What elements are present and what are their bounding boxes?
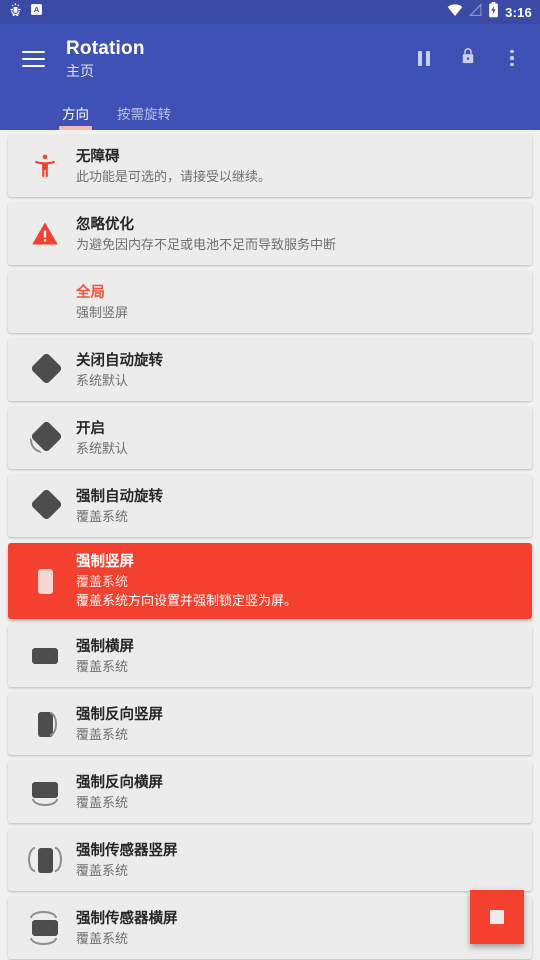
list-item-subtitle: 覆盖系统: [76, 574, 129, 589]
list-item-text: 强制反向竖屏 覆盖系统: [72, 705, 522, 744]
wifi-icon: [447, 3, 463, 22]
hamburger-icon[interactable]: [14, 40, 52, 78]
letter-a-badge-icon: A: [30, 3, 43, 21]
list-item-subtitle: 此功能是可选的，请接受以继续。: [76, 168, 272, 184]
tab-per-app-rotation[interactable]: 按需旋转: [117, 103, 171, 130]
orientation-list[interactable]: 无障碍 此功能是可选的，请接受以继续。 忽略优化 为避免因内存不足或电池不足而导…: [0, 130, 540, 960]
list-item-subtitle: 覆盖系统: [76, 726, 129, 742]
app-bar-actions: [412, 46, 528, 70]
list-item-force-landscape[interactable]: 强制横屏 覆盖系统: [8, 625, 532, 687]
list-item-subtitle: 强制竖屏: [76, 304, 129, 320]
list-item-subtitle: 覆盖系统: [76, 658, 129, 674]
list-item-subtitle: 系统默认: [76, 440, 129, 456]
list-item-text: 无障碍 此功能是可选的，请接受以继续。: [72, 147, 522, 186]
pause-button[interactable]: [412, 46, 436, 70]
stop-square-icon: [490, 910, 504, 924]
rotation-force-icon: [18, 488, 72, 523]
list-item-sensor-landscape[interactable]: 强制传感器横屏 覆盖系统: [8, 897, 532, 959]
app-bar-titles: Rotation 主页: [66, 38, 412, 81]
tab-orientation[interactable]: 方向: [59, 103, 92, 130]
list-item-title: 无障碍: [76, 148, 120, 165]
list-item-text: 关闭自动旋转 系统默认: [72, 351, 522, 390]
list-item-title: 强制反向横屏: [76, 774, 163, 791]
list-item-title: 强制传感器横屏: [76, 910, 178, 927]
list-item-subtitle: 覆盖系统: [76, 930, 129, 946]
list-item-text: 强制自动旋转 覆盖系统: [72, 487, 522, 526]
app-bar: Rotation 主页 方向 按需旋转: [0, 24, 540, 130]
phone-reverse-landscape-icon: [18, 777, 72, 807]
list-item-rotation-off[interactable]: 关闭自动旋转 系统默认: [8, 339, 532, 401]
list-item-accessibility[interactable]: 无障碍 此功能是可选的，请接受以继续。: [8, 135, 532, 197]
list-item-text: 强制传感器竖屏 覆盖系统: [72, 841, 522, 880]
lock-icon: [459, 46, 477, 71]
status-bar-right-icons: 3:16: [447, 1, 532, 23]
phone-portrait-icon: [18, 568, 72, 594]
phone-reverse-portrait-icon: [18, 709, 72, 739]
list-item-subtitle: 覆盖系统: [76, 862, 129, 878]
lock-button[interactable]: [456, 46, 480, 70]
tab-bar: 方向 按需旋转: [0, 96, 540, 130]
list-item-title: 强制竖屏: [76, 554, 134, 570]
status-bar-left-icons: A: [8, 2, 43, 22]
list-item-description: 覆盖系统方向设置并强制锁定竖为屏。: [76, 593, 298, 608]
list-item-title: 全局: [76, 284, 105, 301]
list-item-text: 强制传感器横屏 覆盖系统: [72, 909, 522, 948]
more-vertical-icon: [510, 49, 514, 67]
list-item-title: 忽略优化: [76, 216, 134, 233]
list-item-text: 开启 系统默认: [72, 419, 522, 458]
status-bar: A 3:16: [0, 0, 540, 24]
page-subtitle: 主页: [66, 63, 94, 79]
list-item-force-portrait[interactable]: 强制竖屏 覆盖系统 覆盖系统方向设置并强制锁定竖为屏。: [8, 543, 532, 619]
list-item-text: 强制竖屏 覆盖系统 覆盖系统方向设置并强制锁定竖为屏。: [72, 552, 522, 610]
list-item-subtitle: 为避免因内存不足或电池不足而导致服务中断: [76, 236, 337, 252]
list-item-subtitle: 系统默认: [76, 372, 129, 388]
overflow-menu-button[interactable]: [500, 46, 524, 70]
warning-triangle-icon: [18, 220, 72, 248]
list-item-text: 强制反向横屏 覆盖系统: [72, 773, 522, 812]
list-item-force-auto-rotate[interactable]: 强制自动旋转 覆盖系统: [8, 475, 532, 537]
list-item-subtitle: 覆盖系统: [76, 794, 129, 810]
list-item-sensor-portrait[interactable]: 强制传感器竖屏 覆盖系统: [8, 829, 532, 891]
battery-charging-icon: [488, 1, 499, 23]
status-bar-clock: 3:16: [505, 4, 532, 20]
page-title: Rotation: [66, 38, 145, 59]
list-item-text: 强制横屏 覆盖系统: [72, 637, 522, 676]
list-item-force-reverse-portrait[interactable]: 强制反向竖屏 覆盖系统: [8, 693, 532, 755]
list-item-title: 关闭自动旋转: [76, 352, 163, 369]
list-item-force-reverse-landscape[interactable]: 强制反向横屏 覆盖系统: [8, 761, 532, 823]
bug-icon: [8, 2, 23, 22]
svg-text:A: A: [34, 5, 40, 14]
list-item-title: 强制反向竖屏: [76, 706, 163, 723]
list-item-title: 开启: [76, 420, 105, 437]
sensor-portrait-icon: [18, 844, 72, 876]
sensor-landscape-icon: [18, 911, 72, 945]
list-item-title: 强制横屏: [76, 638, 134, 655]
list-item-text: 全局 强制竖屏: [72, 283, 522, 322]
rotation-on-icon: [18, 420, 72, 455]
list-item-rotation-on[interactable]: 开启 系统默认: [8, 407, 532, 469]
no-signal-icon: [468, 2, 482, 22]
accessibility-icon: [18, 151, 72, 181]
rotation-off-icon: [18, 352, 72, 387]
list-item-ignore-optimization[interactable]: 忽略优化 为避免因内存不足或电池不足而导致服务中断: [8, 203, 532, 265]
list-item-title: 强制传感器竖屏: [76, 842, 178, 859]
phone-landscape-icon: [18, 648, 72, 664]
list-item-title: 强制自动旋转: [76, 488, 163, 505]
list-item-global[interactable]: 全局 强制竖屏: [8, 271, 532, 333]
stop-service-fab[interactable]: [470, 890, 524, 944]
pause-icon: [418, 50, 430, 66]
list-item-text: 忽略优化 为避免因内存不足或电池不足而导致服务中断: [72, 215, 522, 254]
list-item-subtitle: 覆盖系统: [76, 508, 129, 524]
